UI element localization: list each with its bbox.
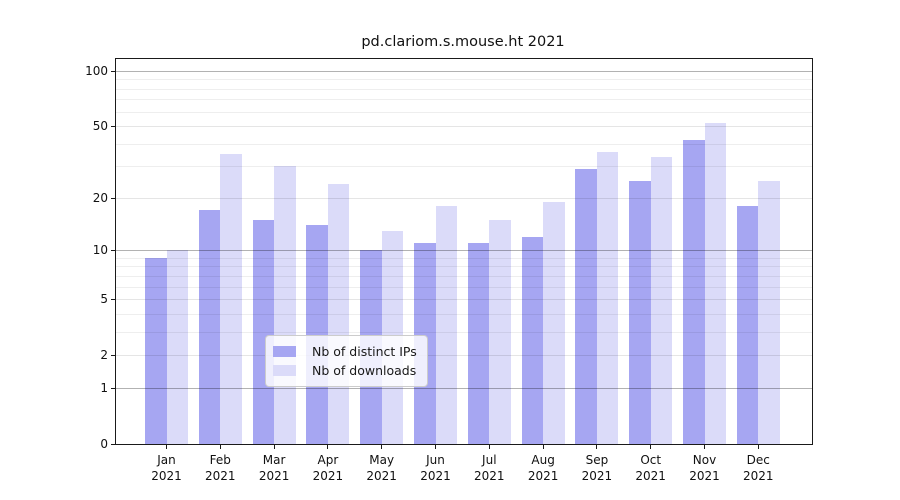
y-tick-0	[111, 444, 115, 445]
gridline-70	[116, 99, 812, 100]
bar-downloads-mar	[274, 166, 296, 444]
bar-distinct-ips-aug	[522, 237, 544, 444]
legend-entry-downloads: Nb of downloads	[273, 361, 417, 380]
x-tick-feb	[220, 445, 221, 449]
bar-downloads-jun	[436, 206, 458, 444]
gridline-100	[116, 71, 812, 72]
x-tick-oct	[650, 445, 651, 449]
bar-distinct-ips-nov	[683, 140, 705, 444]
gridline-90	[116, 79, 812, 80]
y-tick-label-50: 50	[58, 118, 108, 134]
y-tick-1	[111, 388, 115, 389]
x-tick-sep	[596, 445, 597, 449]
bar-distinct-ips-feb	[199, 210, 221, 444]
x-tick-mar	[274, 445, 275, 449]
bar-downloads-apr	[328, 184, 350, 444]
x-tick-nov	[704, 445, 705, 449]
bar-downloads-dec	[758, 181, 780, 444]
x-tick-label-dec: Dec2021	[726, 453, 790, 484]
chart-title: pd.clariom.s.mouse.ht 2021	[115, 34, 811, 50]
x-tick-jul	[489, 445, 490, 449]
bar-distinct-ips-mar	[253, 220, 275, 444]
y-tick-10	[111, 250, 115, 251]
gridline-60	[116, 112, 812, 113]
bar-distinct-ips-jan	[145, 258, 167, 444]
bar-distinct-ips-jul	[468, 243, 490, 444]
bar-downloads-jan	[167, 250, 189, 444]
bar-distinct-ips-dec	[737, 206, 759, 444]
y-tick-20	[111, 198, 115, 199]
bar-distinct-ips-oct	[629, 181, 651, 444]
bar-downloads-sep	[597, 152, 619, 444]
plot-area: 0125102050100Jan2021Feb2021Mar2021Apr202…	[115, 58, 813, 445]
x-tick-aug	[543, 445, 544, 449]
y-tick-label-5: 5	[58, 291, 108, 307]
y-tick-100	[111, 71, 115, 72]
x-tick-jan	[166, 445, 167, 449]
y-tick-label-2: 2	[58, 347, 108, 363]
legend-swatch-distinct-ips	[273, 346, 296, 357]
x-tick-may	[381, 445, 382, 449]
y-tick-label-1: 1	[58, 380, 108, 396]
x-tick-apr	[327, 445, 328, 449]
y-tick-50	[111, 126, 115, 127]
y-tick-5	[111, 299, 115, 300]
chart-window: pd.clariom.s.mouse.ht 2021 0125102050100…	[0, 0, 900, 500]
gridline-80	[116, 89, 812, 90]
bar-distinct-ips-sep	[575, 169, 597, 444]
bar-downloads-oct	[651, 157, 673, 444]
x-tick-dec	[758, 445, 759, 449]
y-tick-label-20: 20	[58, 190, 108, 206]
y-tick-label-0: 0	[58, 436, 108, 452]
y-tick-2	[111, 355, 115, 356]
legend-label-distinct-ips: Nb of distinct IPs	[312, 344, 417, 359]
y-tick-label-10: 10	[58, 242, 108, 258]
bar-downloads-jul	[489, 220, 511, 444]
bar-downloads-aug	[543, 202, 565, 444]
legend-swatch-downloads	[273, 365, 296, 376]
legend-entry-distinct-ips: Nb of distinct IPs	[273, 342, 417, 361]
bar-downloads-nov	[705, 123, 727, 444]
legend: Nb of distinct IPs Nb of downloads	[265, 335, 428, 387]
legend-label-downloads: Nb of downloads	[312, 363, 416, 378]
x-tick-jun	[435, 445, 436, 449]
bar-downloads-feb	[220, 154, 242, 444]
y-tick-label-100: 100	[58, 63, 108, 79]
